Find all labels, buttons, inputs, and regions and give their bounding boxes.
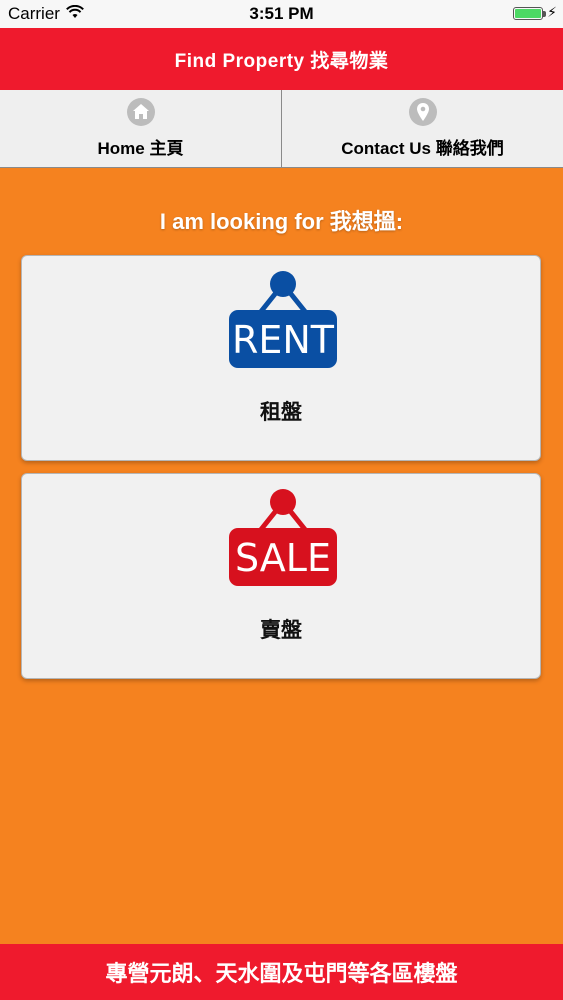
- clock: 3:51 PM: [249, 4, 314, 23]
- sale-sign-text: SALE: [235, 536, 331, 580]
- app-header: Find Property 找尋物業: [0, 28, 563, 90]
- page-title: Find Property 找尋物業: [174, 50, 389, 72]
- sale-sign-icon: SALE: [229, 489, 337, 586]
- location-pin-icon: [408, 98, 437, 126]
- status-bar: Carrier 3:51 PM ⚡: [0, 0, 563, 28]
- home-icon: [126, 98, 155, 126]
- tab-home[interactable]: Home 主頁: [0, 90, 281, 167]
- looking-for-prompt: I am looking for 我想搵:: [159, 209, 404, 234]
- sale-option-card[interactable]: SALE 賣盤: [21, 473, 541, 679]
- tab-contact-label: Contact Us 聯絡我們: [341, 139, 504, 158]
- top-nav: Home 主頁 Contact Us 聯絡我們: [0, 90, 563, 168]
- rent-label: 租盤: [260, 401, 302, 424]
- charging-bolt-icon: ⚡: [547, 4, 557, 20]
- battery-icon: [513, 7, 543, 20]
- rent-option-card[interactable]: RENT 租盤: [21, 255, 541, 461]
- tab-home-label: Home 主頁: [97, 139, 184, 158]
- footer-text: 專營元朗、天水圍及屯門等各區樓盤: [105, 961, 458, 986]
- battery-cap: [543, 11, 546, 17]
- rent-sign-icon: RENT: [229, 271, 337, 368]
- tab-contact[interactable]: Contact Us 聯絡我們: [281, 90, 563, 167]
- sale-label: 賣盤: [260, 619, 302, 642]
- rent-sign-text: RENT: [232, 318, 335, 362]
- footer-banner: 專營元朗、天水圍及屯門等各區樓盤: [0, 944, 563, 1000]
